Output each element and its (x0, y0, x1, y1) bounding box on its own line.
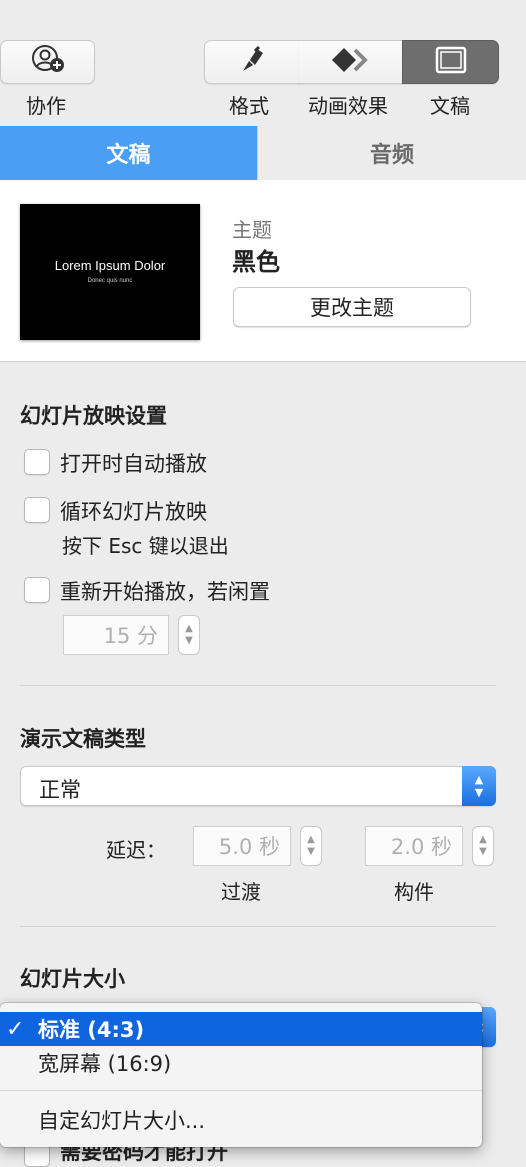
tab-document[interactable]: 文稿 (0, 126, 257, 180)
slideshow-settings-title: 幻灯片放映设置 (20, 404, 167, 428)
theme-thumbnail[interactable]: Lorem Ipsum Dolor Donec quis nunc (20, 204, 200, 340)
tab-audio[interactable]: 音频 (257, 126, 526, 180)
thumbnail-subtitle: Donec quis nunc (87, 278, 133, 284)
chevron-up-icon: ▲ (307, 834, 315, 845)
format-label: 格式 (229, 94, 269, 118)
esc-hint: 按下 Esc 键以退出 (62, 534, 229, 558)
collaborate-button[interactable] (0, 40, 95, 84)
autoplay-checkbox[interactable] (24, 449, 50, 475)
transition-delay-field[interactable]: 5.0 秒 (193, 826, 291, 866)
chevron-up-icon: ▲ (479, 834, 487, 845)
restart-idle-checkbox[interactable] (24, 577, 50, 603)
checkmark-icon: ✓ (6, 1016, 25, 1042)
add-person-icon (28, 43, 68, 81)
chevron-up-icon: ▲ (185, 623, 193, 634)
menu-item-label: 宽屏幕 (16:9) (38, 1052, 172, 1076)
theme-caption: 主题 (232, 218, 272, 242)
document-window-icon (435, 46, 467, 78)
menu-item-custom-size[interactable]: 自定幻灯片大小... (0, 1103, 482, 1137)
loop-checkbox[interactable] (24, 497, 50, 523)
document-button[interactable] (402, 40, 499, 84)
menu-item-label: 标准 (4:3) (38, 1018, 145, 1042)
diamond-icon (331, 45, 371, 79)
popup-arrows-icon: ▲▼ (462, 766, 496, 806)
theme-panel: Lorem Ipsum Dolor Donec quis nunc 主题 黑色 … (0, 180, 526, 362)
paintbrush-icon (235, 43, 269, 81)
section-divider (20, 926, 496, 927)
inspector-tabs: 文稿 音频 (0, 126, 526, 180)
change-theme-button[interactable]: 更改主题 (233, 287, 471, 327)
chevron-down-icon: ▼ (479, 846, 487, 857)
idle-minutes-field[interactable]: 15 分 (63, 615, 169, 655)
delay-label: 延迟： (106, 838, 166, 862)
thumbnail-title: Lorem Ipsum Dolor (54, 258, 166, 273)
menu-separator (0, 1090, 482, 1091)
idle-minutes-stepper[interactable]: ▲ ▼ (178, 615, 200, 655)
document-label: 文稿 (430, 94, 470, 118)
presentation-type-value: 正常 (39, 778, 81, 802)
transition-caption: 过渡 (221, 880, 261, 904)
menu-item-widescreen[interactable]: 宽屏幕 (16:9) (0, 1046, 482, 1080)
restart-idle-label: 重新开始播放，若闲置 (60, 580, 270, 604)
presentation-type-popup[interactable]: 正常 ▲ ▼ (20, 766, 496, 806)
format-button[interactable] (204, 40, 300, 84)
slide-size-menu: ✓ 标准 (4:3) 宽屏幕 (16:9) 自定幻灯片大小... (0, 1003, 482, 1147)
theme-name: 黑色 (232, 248, 280, 276)
collaborate-label: 协作 (26, 94, 66, 118)
animate-button[interactable] (299, 40, 403, 84)
presentation-type-title: 演示文稿类型 (20, 727, 146, 751)
animate-label: 动画效果 (308, 94, 388, 118)
slide-size-title: 幻灯片大小 (20, 967, 125, 991)
loop-label: 循环幻灯片放映 (60, 500, 207, 524)
chevron-down-icon: ▼ (307, 846, 315, 857)
menu-item-label: 自定幻灯片大小... (38, 1109, 206, 1133)
chevron-down-icon: ▼ (185, 635, 193, 646)
menu-item-standard[interactable]: ✓ 标准 (4:3) (0, 1012, 482, 1046)
transition-delay-stepper[interactable]: ▲ ▼ (300, 826, 322, 866)
section-divider (20, 685, 496, 686)
build-delay-field[interactable]: 2.0 秒 (365, 826, 463, 866)
build-delay-stepper[interactable]: ▲ ▼ (472, 826, 494, 866)
autoplay-label: 打开时自动播放 (60, 452, 207, 476)
build-caption: 构件 (394, 880, 434, 904)
